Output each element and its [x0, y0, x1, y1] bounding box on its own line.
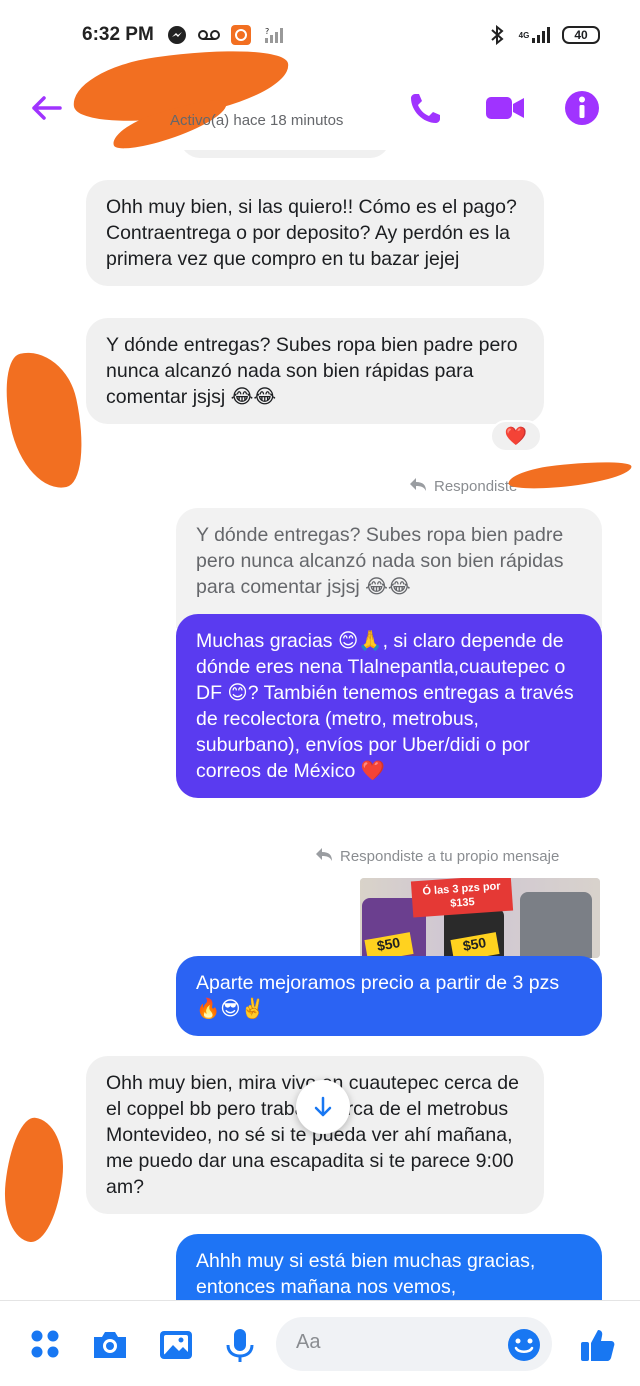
messenger-notification-icon	[166, 24, 188, 46]
incoming-message[interactable]: Ohh muy bien, si las quiero!! Cómo es el…	[86, 180, 544, 286]
svg-text:?: ?	[265, 27, 269, 36]
outgoing-message[interactable]: Ahhh muy si está bien muchas gracias, en…	[176, 1234, 602, 1300]
arrow-down-icon	[314, 1096, 332, 1117]
reply-arrow-icon	[314, 846, 334, 866]
heart-reaction[interactable]: ❤️	[490, 420, 542, 452]
message-composer: Aa	[0, 1300, 640, 1386]
message-input-placeholder: Aa	[296, 1331, 321, 1353]
incoming-message[interactable]: Ohh muy bien, mira vivo en cuautepec cer…	[86, 1056, 544, 1214]
emoji-icon[interactable]	[504, 1325, 544, 1365]
network-type: 4G	[518, 30, 530, 40]
apps-icon[interactable]	[26, 1325, 66, 1365]
thumbs-up-icon[interactable]	[578, 1325, 618, 1365]
video-camera-icon[interactable]	[484, 88, 524, 128]
redacted-reply-target	[507, 457, 633, 493]
cell-signal-icon: 4G	[518, 24, 552, 46]
reply-note-text: Respondiste a tu propio mensaje	[340, 847, 560, 865]
bluetooth-icon	[486, 24, 508, 46]
redacted-avatar	[0, 344, 94, 496]
no-signal-icon: ?	[262, 24, 284, 46]
voicemail-icon	[197, 24, 220, 46]
microphone-icon[interactable]	[220, 1325, 260, 1365]
reaction-emoji: ❤️	[504, 425, 528, 446]
outgoing-message[interactable]: Aparte mejoramos precio a partir de 3 pz…	[176, 956, 602, 1036]
outgoing-message[interactable]: Muchas gracias 😊🙏, si claro depende de d…	[176, 614, 602, 798]
image-icon[interactable]	[156, 1325, 196, 1365]
quoted-message[interactable]: Y dónde entregas? Subes ropa bien padre …	[176, 508, 602, 628]
price-tag: Ó las 3 pzs por $135	[410, 878, 514, 918]
reply-note-text: Respondiste	[434, 477, 518, 495]
reply-note: Respondiste a tu propio mensaje	[314, 846, 559, 866]
phone-icon[interactable]	[406, 88, 446, 128]
camera-icon[interactable]	[90, 1325, 130, 1365]
price-sticker-text: $50	[375, 934, 402, 954]
app-notification-icon	[230, 24, 252, 46]
price-sticker-text: $50	[461, 934, 488, 954]
contact-active-status: Activo(a) hace 18 minutos	[170, 112, 344, 129]
reply-arrow-icon	[408, 476, 428, 496]
battery-indicator: 40	[562, 26, 600, 44]
previous-message-edge	[180, 150, 390, 158]
redacted-avatar	[0, 1115, 69, 1245]
status-bar: 6:32 PM ? 4G 40	[0, 0, 640, 70]
scroll-to-bottom-button[interactable]	[296, 1080, 350, 1134]
back-arrow-icon[interactable]	[28, 90, 64, 126]
tshirt-shape	[520, 892, 592, 958]
image-caption: Ó las 3 pzs por $135	[422, 880, 501, 910]
conversation-header: Activo(a) hace 18 minutos	[0, 39, 640, 156]
shared-product-image[interactable]: Ó las 3 pzs por $135 $50 $50	[360, 878, 600, 958]
info-icon[interactable]	[562, 88, 602, 128]
reply-note: Respondiste	[408, 476, 517, 496]
incoming-message[interactable]: Y dónde entregas? Subes ropa bien padre …	[86, 318, 544, 424]
status-time: 6:32 PM	[82, 24, 154, 45]
